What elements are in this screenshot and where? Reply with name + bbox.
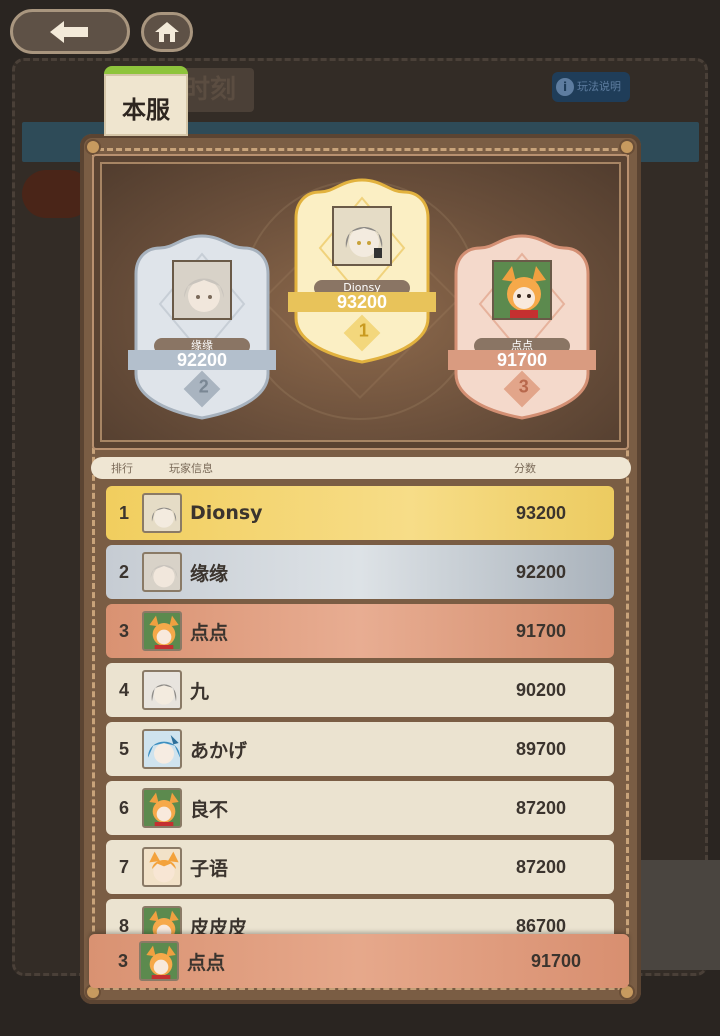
avatar xyxy=(142,552,182,592)
row-score: 86700 xyxy=(516,915,567,936)
avatar xyxy=(142,906,182,936)
score-band: 92200 xyxy=(128,350,276,370)
row-rank: 1 xyxy=(118,502,129,523)
row-score: 89700 xyxy=(516,738,567,759)
avatar xyxy=(142,788,182,828)
row-score: 87200 xyxy=(516,856,567,877)
help-button[interactable]: i 玩法说明 xyxy=(552,72,630,102)
avatar xyxy=(142,729,182,769)
row-score: 91700 xyxy=(516,620,567,641)
row-score: 92200 xyxy=(516,561,567,582)
tab-server[interactable]: 本服 xyxy=(104,66,188,136)
row-rank: 4 xyxy=(118,679,129,700)
podium-score: 93200 xyxy=(336,292,388,312)
row-rank: 5 xyxy=(118,738,129,759)
row-score: 93200 xyxy=(516,502,567,523)
avatar xyxy=(139,941,179,981)
home-icon xyxy=(155,22,179,42)
list-header: 排行 玩家信息 分数 xyxy=(91,457,631,479)
table-row[interactable]: 7 子语 87200 xyxy=(106,840,614,894)
avatar xyxy=(142,493,182,533)
row-rank: 7 xyxy=(118,856,129,877)
table-row[interactable]: 6 良不 87200 xyxy=(106,781,614,835)
podium-card-rank-1[interactable]: Dionsy 93200 1 xyxy=(288,178,436,364)
score-band: 91700 xyxy=(448,350,596,370)
header-score: 分数 xyxy=(514,462,536,475)
podium-card-rank-3[interactable]: 点点 91700 3 xyxy=(448,234,596,420)
table-row[interactable]: 4 九 90200 xyxy=(106,663,614,717)
header-rank: 排行 xyxy=(111,462,133,475)
row-score: 91700 xyxy=(531,950,582,971)
header-player: 玩家信息 xyxy=(169,462,213,475)
table-row[interactable]: 2 缘缘 92200 xyxy=(106,545,614,599)
podium-score: 91700 xyxy=(496,350,548,370)
ranking-list[interactable]: 1 Dionsy 93200 2 缘缘 92200 3 点点 91700 4 九… xyxy=(106,486,615,936)
table-row[interactable]: 5 あかげ 89700 xyxy=(106,722,614,776)
corner-stud xyxy=(87,141,99,153)
row-score: 90200 xyxy=(516,679,567,700)
back-arrow-icon xyxy=(50,20,88,43)
tab-label: 本服 xyxy=(122,96,170,124)
background-right-block xyxy=(640,860,720,970)
avatar xyxy=(142,847,182,887)
avatar xyxy=(332,206,392,266)
back-button[interactable] xyxy=(10,9,130,54)
row-rank: 8 xyxy=(118,915,129,936)
row-score: 87200 xyxy=(516,797,567,818)
row-rank: 3 xyxy=(118,620,129,641)
help-label: 玩法说明 xyxy=(577,80,621,93)
row-rank: 6 xyxy=(118,797,129,818)
avatar xyxy=(172,260,232,320)
table-row[interactable]: 1 Dionsy 93200 xyxy=(106,486,614,540)
avatar xyxy=(142,611,182,651)
background-title: 时刻 xyxy=(178,68,254,112)
table-row[interactable]: 8 皮皮皮 86700 xyxy=(106,899,614,936)
avatar xyxy=(492,260,552,320)
my-rank-row[interactable]: 3 点点 91700 xyxy=(89,934,629,988)
corner-stud xyxy=(621,141,633,153)
table-row[interactable]: 3 点点 91700 xyxy=(106,604,614,658)
podium-card-rank-2[interactable]: 缘缘 92200 2 xyxy=(128,234,276,420)
home-button[interactable] xyxy=(141,12,193,52)
info-icon: i xyxy=(556,78,574,96)
score-band: 93200 xyxy=(288,292,436,312)
podium-score: 92200 xyxy=(176,350,228,370)
avatar xyxy=(142,670,182,710)
row-rank: 2 xyxy=(118,561,129,582)
